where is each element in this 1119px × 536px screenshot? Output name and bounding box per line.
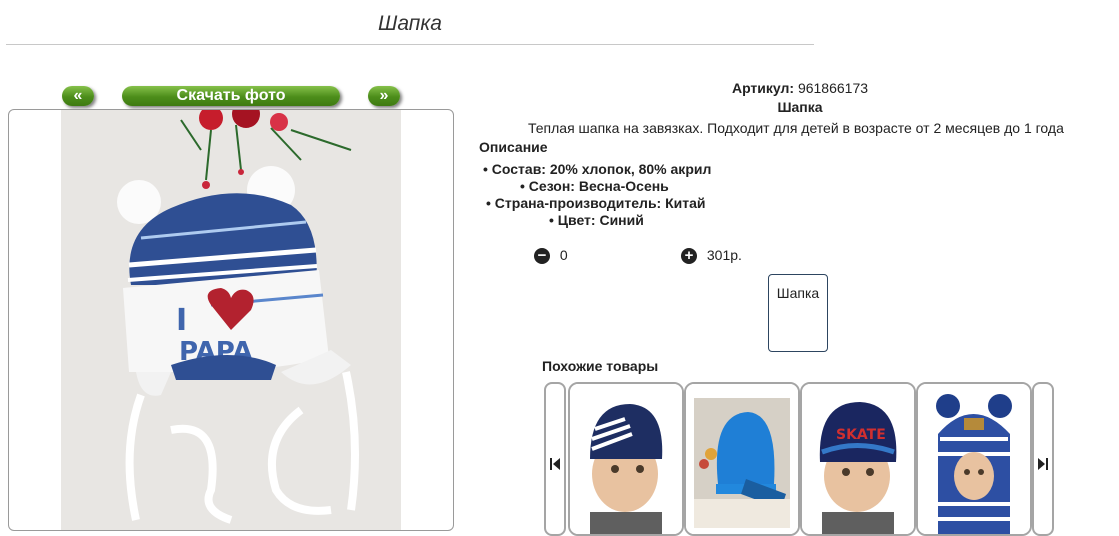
similar-item[interactable]: SKATE (800, 382, 916, 536)
article-value: 961866173 (797, 80, 869, 96)
balaclava-striped-pompom-icon (918, 384, 1030, 534)
carousel-next-button[interactable] (1032, 382, 1054, 536)
quantity-control: − 0 (534, 247, 568, 264)
similar-item[interactable] (916, 382, 1032, 536)
next-photo-button[interactable]: » (368, 86, 400, 106)
svg-text:SKATE: SKATE (836, 427, 886, 443)
prev-photo-button[interactable]: « (62, 86, 94, 106)
hat-skate-red-icon: SKATE (802, 384, 914, 534)
similar-heading: Похожие товары (542, 358, 659, 374)
minus-icon[interactable]: − (534, 248, 550, 264)
skip-prev-icon (550, 458, 560, 470)
similar-item[interactable] (684, 382, 800, 536)
price-value: 301р. (706, 247, 742, 263)
product-photo-frame: I PAPA (8, 109, 454, 531)
spec-item: • Страна-производитель: Китай (486, 195, 706, 211)
product-photo[interactable]: I PAPA (61, 110, 401, 530)
product-description: Теплая шапка на завязках. Подходит для д… (528, 120, 1064, 136)
similar-item[interactable] (568, 382, 684, 536)
article-label: Артикул: (731, 80, 795, 96)
description-heading: Описание (479, 139, 548, 155)
svg-text:I: I (176, 303, 187, 338)
quantity-value: 0 (559, 247, 568, 263)
spec-item: • Цвет: Синий (549, 212, 644, 228)
spec-item: • Сезон: Весна-Осень (520, 178, 669, 194)
hat-blue-beanie-icon (686, 384, 798, 534)
download-photo-button[interactable]: Скачать фото (122, 86, 340, 106)
skip-next-icon (1038, 458, 1048, 470)
product-name: Шапка (777, 99, 823, 115)
article-line: Артикул: 961866173 (690, 80, 910, 96)
page-title: Шапка (6, 12, 814, 45)
carousel-prev-button[interactable] (544, 382, 566, 536)
plus-icon[interactable]: + (681, 248, 697, 264)
variant-option[interactable]: Шапка (768, 274, 828, 352)
spec-item: • Состав: 20% хлопок, 80% акрил (483, 161, 712, 177)
price-control: + 301р. (681, 247, 742, 264)
hat-grey-white-stripes-icon (570, 384, 682, 534)
